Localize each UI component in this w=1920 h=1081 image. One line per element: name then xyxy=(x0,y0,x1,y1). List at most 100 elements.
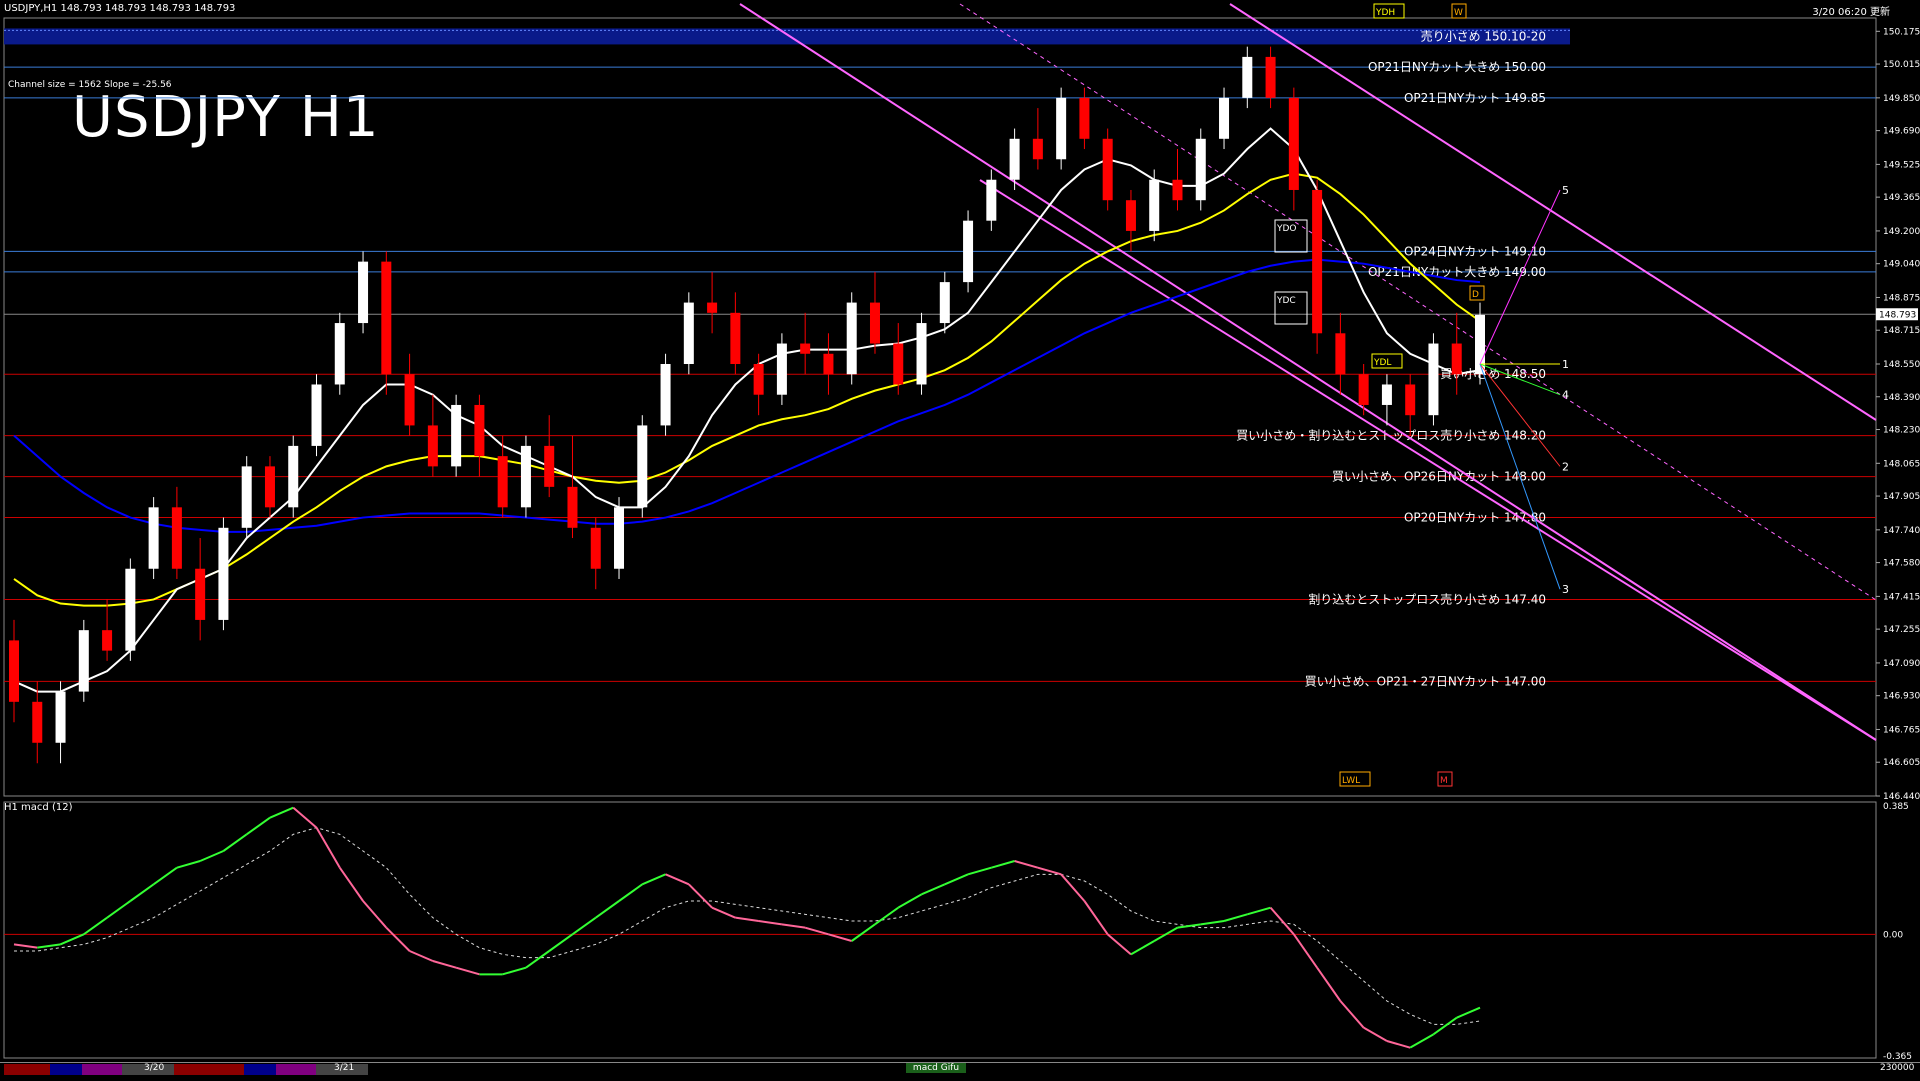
macd-segment xyxy=(804,926,829,936)
candle-body xyxy=(381,261,392,375)
wave-label: 5 xyxy=(1562,184,1569,197)
candle-body xyxy=(334,323,345,385)
price-chart[interactable]: 150.175 150.015 149.850 149.690 149.525 149.3… xyxy=(0,0,1920,1080)
price-tick-label: 148.065 xyxy=(1883,459,1920,469)
level-label: 買い小さめ、OP26日NYカット 148.00 xyxy=(1332,470,1546,484)
macd-segment xyxy=(1269,907,1295,935)
bottom-segment xyxy=(82,1064,122,1075)
price-tick-label: 147.580 xyxy=(1883,559,1920,569)
price-tick-label: 146.440 xyxy=(1883,792,1920,802)
macd-segment xyxy=(37,943,61,949)
macd-segment xyxy=(106,900,131,919)
macd-segment xyxy=(292,806,318,829)
candle-body xyxy=(1358,374,1369,405)
macd-tick-label: -0.365 xyxy=(1883,1052,1912,1062)
macd-segment xyxy=(967,866,992,876)
macd-segment xyxy=(735,916,759,922)
bottom-segment xyxy=(50,1064,82,1075)
level-label: OP21日NYカット大きめ 149.00 xyxy=(1368,265,1546,279)
level-label: OP24日NYカット 149.10 xyxy=(1404,244,1546,258)
candle-body xyxy=(916,323,927,385)
candle-body xyxy=(55,691,66,743)
bottom-segment xyxy=(174,1064,244,1075)
macd-segment xyxy=(1316,967,1342,1002)
box-label: M xyxy=(1440,776,1448,786)
price-tick-label: 146.930 xyxy=(1883,692,1920,702)
price-tick-label: 149.525 xyxy=(1883,160,1920,170)
box-label: YDO xyxy=(1276,224,1297,234)
price-tick-label: 149.850 xyxy=(1883,94,1920,104)
macd-segment xyxy=(338,867,364,902)
candle-body xyxy=(800,343,811,354)
candle-body xyxy=(893,343,904,385)
candle-body xyxy=(1172,179,1183,201)
indicator-tab[interactable]: macd Gifu xyxy=(906,1063,966,1073)
macd-segment xyxy=(665,873,690,886)
box-label: D xyxy=(1472,290,1479,300)
macd-segment xyxy=(13,943,38,949)
price-tick-label: 150.015 xyxy=(1883,60,1920,70)
macd-segment xyxy=(246,816,271,836)
macd-segment xyxy=(758,920,783,926)
price-tick-label: 148.715 xyxy=(1883,326,1920,336)
candle-body xyxy=(1242,56,1253,98)
price-tick-label: 147.905 xyxy=(1883,492,1920,502)
macd-segment xyxy=(83,916,108,936)
candle-body xyxy=(637,425,648,508)
candle-body xyxy=(218,527,229,620)
candle-body xyxy=(1032,138,1043,160)
candle-body xyxy=(451,404,462,467)
candle-body xyxy=(846,302,857,375)
macd-tick-label: 0.385 xyxy=(1883,802,1909,812)
candle-body xyxy=(311,384,322,446)
macd-segment xyxy=(874,906,899,926)
macd-segment xyxy=(991,860,1015,869)
wave-label: 4 xyxy=(1562,389,1569,402)
candle-body xyxy=(1428,343,1439,416)
wave-label: 1 xyxy=(1562,358,1569,371)
macd-segment xyxy=(362,900,388,929)
macd-segment xyxy=(1247,906,1271,916)
macd-segment xyxy=(688,883,713,909)
macd-segment xyxy=(199,850,224,862)
box-label: YDH xyxy=(1375,8,1395,18)
price-tick-label: 148.390 xyxy=(1883,393,1920,403)
current-price-label: 148.793 xyxy=(1879,310,1916,320)
price-tick-label: 147.740 xyxy=(1883,526,1920,536)
candle-body xyxy=(707,302,718,313)
macd-segment xyxy=(502,966,527,976)
candle-body xyxy=(1125,200,1136,231)
macd-segment xyxy=(1339,1000,1365,1029)
candle-body xyxy=(148,507,159,569)
candle-body xyxy=(1102,138,1113,201)
level-label: 割り込むとストップロス売り小さめ 147.40 xyxy=(1308,591,1546,606)
macd-segment xyxy=(60,933,85,946)
macd-segment xyxy=(385,926,411,952)
candle-body xyxy=(1312,189,1323,334)
macd-segment xyxy=(525,950,550,969)
macd-segment xyxy=(711,906,736,919)
macd-segment xyxy=(1200,920,1225,926)
macd-segment xyxy=(781,923,806,929)
macd-segment xyxy=(1363,1026,1388,1042)
level-label: OP21日NYカット 149.85 xyxy=(1404,91,1546,105)
macd-segment xyxy=(1083,900,1109,935)
candle-body xyxy=(171,507,182,569)
candle-body xyxy=(288,445,299,508)
macd-segment xyxy=(1107,933,1132,956)
candle-body xyxy=(614,507,625,569)
level-label: OP21日NYカット大きめ 150.00 xyxy=(1368,60,1546,74)
candle-body xyxy=(963,220,974,283)
macd-segment xyxy=(1293,933,1318,969)
channel-line-upper-left xyxy=(739,3,1877,741)
candle-body xyxy=(776,343,787,395)
macd-segment xyxy=(571,916,597,936)
price-tick-label: 149.200 xyxy=(1883,227,1920,237)
candle-body xyxy=(1149,179,1160,231)
bottom-segment xyxy=(4,1064,50,1075)
price-tick-label: 149.365 xyxy=(1883,193,1920,203)
candle-body xyxy=(427,425,438,467)
candle-body xyxy=(1056,97,1067,160)
macd-segment xyxy=(1130,940,1155,956)
candle-body xyxy=(660,364,671,426)
